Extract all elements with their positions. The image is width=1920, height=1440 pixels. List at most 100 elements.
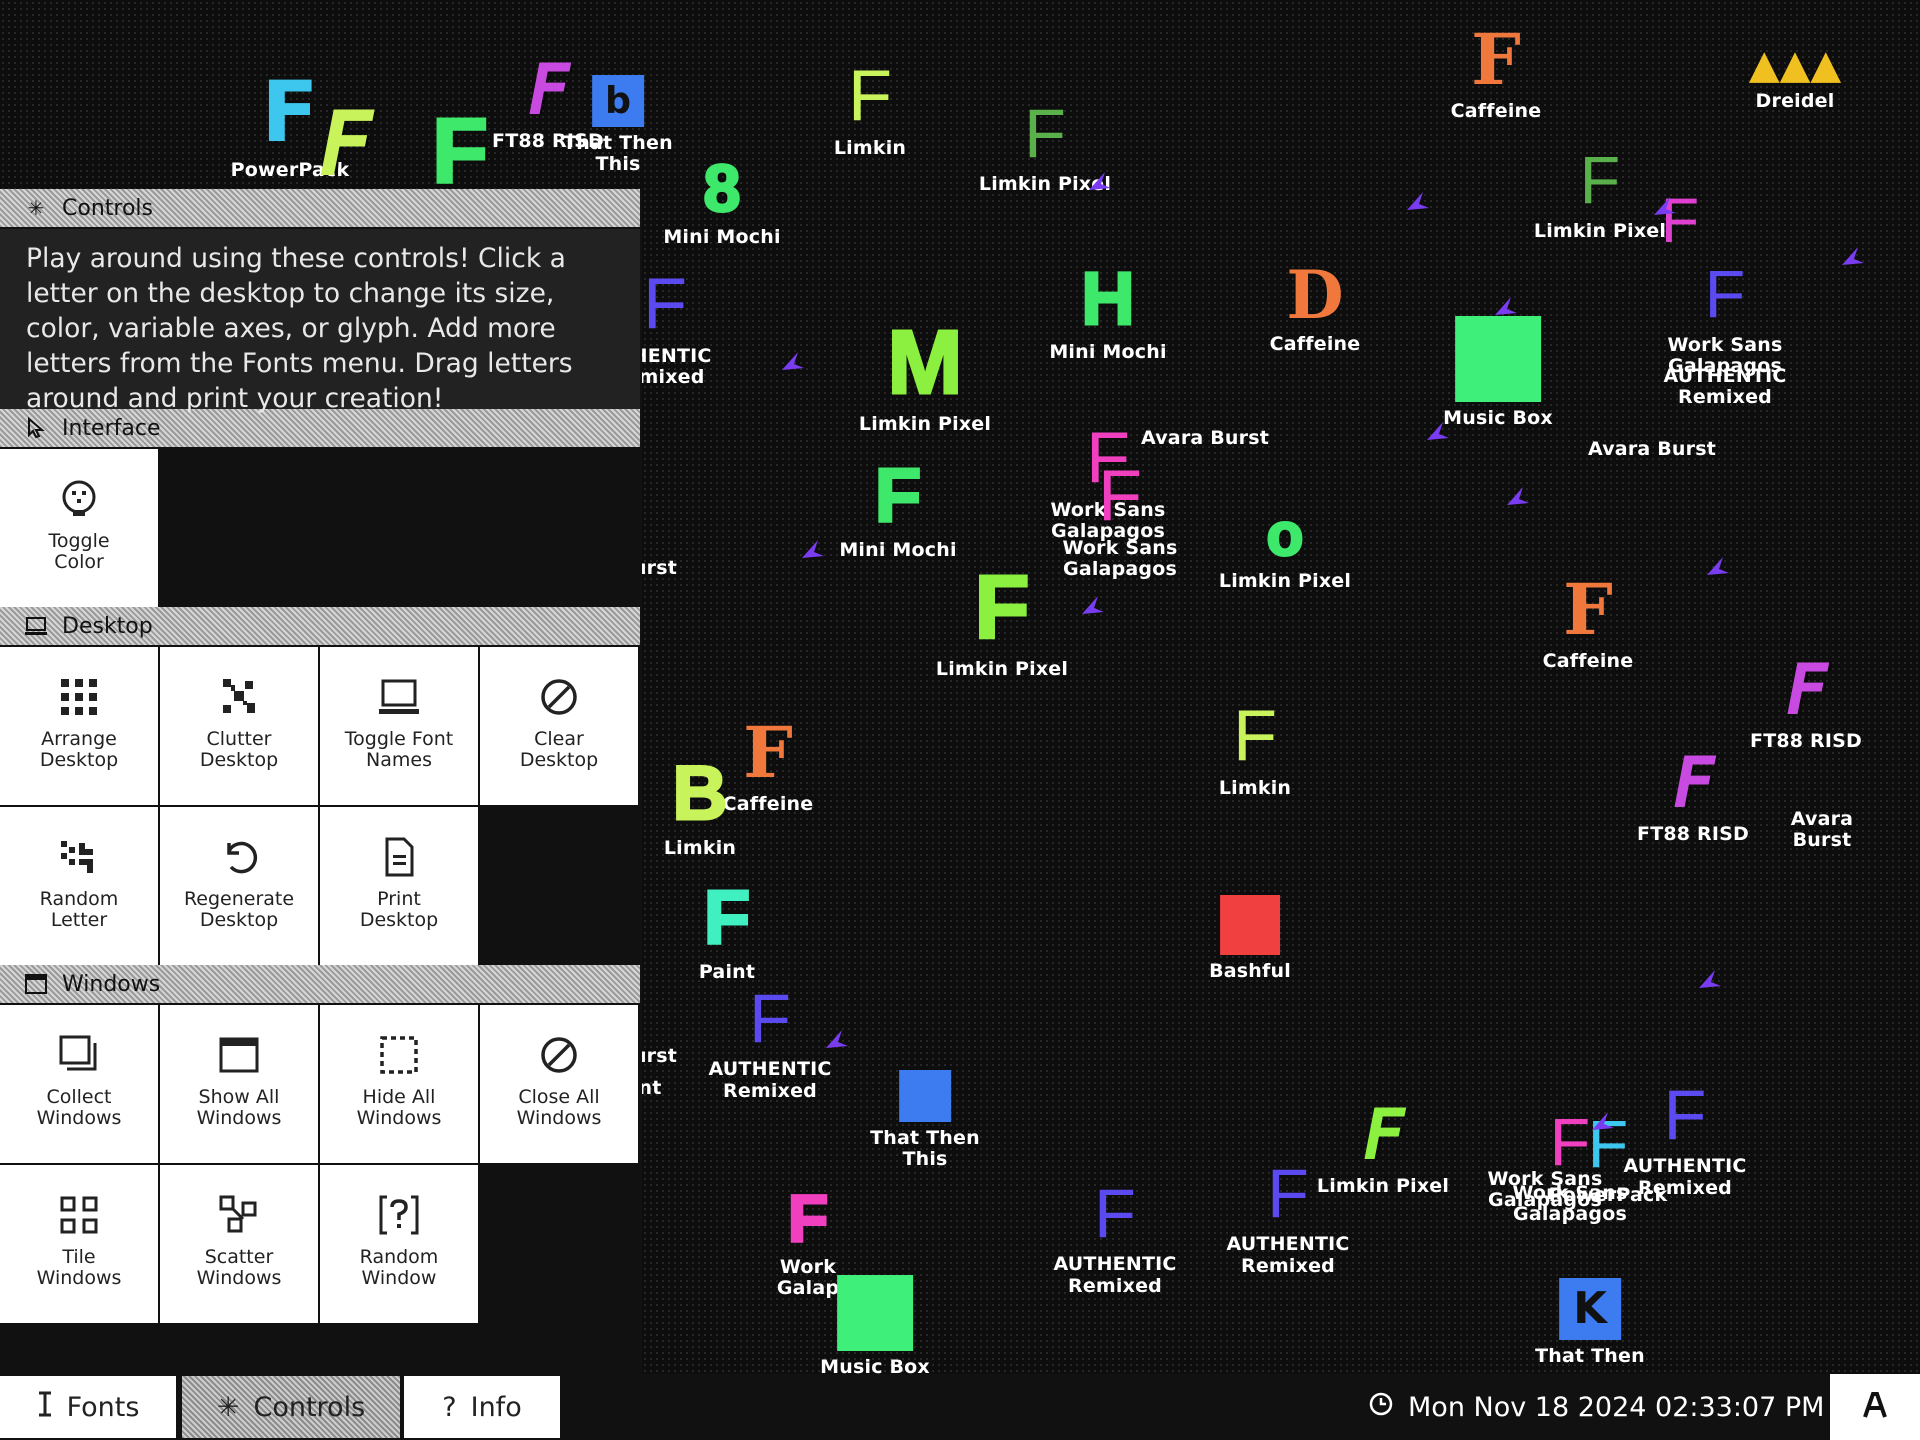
fonts-button[interactable]: Fonts [0, 1376, 176, 1438]
letter-glyph: F [1672, 742, 1715, 824]
desktop-letter[interactable]: F Work Sans Galapagos [1062, 460, 1177, 581]
desktop-letter[interactable]: Music Box [820, 1275, 930, 1374]
desktop-letter[interactable]: That Then This [870, 1070, 980, 1171]
font-name-label: Bashful [1209, 960, 1291, 982]
desktop-letter[interactable]: Avara Burst [1588, 433, 1716, 460]
letter-glyph: ▲▲▲ [1748, 42, 1842, 88]
desktop-letter[interactable]: ▲▲▲ Dreidel [1749, 45, 1841, 112]
desktop-clear-desktop-button[interactable]: Clear Desktop [480, 647, 638, 805]
stack-icon [57, 1033, 101, 1077]
avara-burst-shard [1495, 297, 1517, 315]
desktop-letter[interactable]: F Paint [699, 878, 755, 983]
font-name-label: Music Box [1443, 407, 1553, 429]
avara-burst-shard [826, 1030, 848, 1048]
desktop-letter[interactable]: F AUTHENTIC Remixed [1226, 1160, 1349, 1277]
desktop-print-desktop-button[interactable]: Print Desktop [320, 807, 478, 965]
letter-glyph: F [973, 558, 1031, 658]
letter-glyph: F [1785, 649, 1828, 731]
font-name-label: Limkin [1218, 777, 1292, 800]
desktop-letter[interactable]: o Limkin Pixel [1219, 503, 1351, 592]
info-button[interactable]: ? Info [404, 1376, 560, 1438]
desktop-letter[interactable]: F Caffeine [1543, 575, 1634, 672]
prohibit-icon [537, 1033, 581, 1077]
desktop-letter[interactable]: Work Sans Galapagos [1487, 1163, 1602, 1212]
tile-label: Show All Windows [196, 1086, 282, 1129]
desktop-section-header: Desktop [0, 607, 640, 647]
letter-glyph: 8 [702, 151, 742, 225]
desktop-letter[interactable]: F AUTHENTIC Remixed [1053, 1180, 1176, 1297]
desktop-letter[interactable]: AUTHENTIC Remixed [1663, 360, 1786, 409]
accessibility-button[interactable] [1830, 1374, 1920, 1440]
desktop-letter[interactable]: Bashful [1209, 895, 1291, 982]
font-name-label: Caffeine [1542, 650, 1634, 672]
windows-close-all-windows-button[interactable]: Close All Windows [480, 1005, 638, 1163]
letter-glyph: F [318, 92, 373, 197]
letter-glyph: F [743, 711, 793, 794]
desktop-letter[interactable]: F AUTHENTIC Remixed [708, 985, 831, 1102]
font-name-label: Caffeine [1269, 333, 1361, 355]
font-name-label: AUTHENTIC Remixed [1053, 1253, 1177, 1297]
letter-glyph: F [1232, 696, 1278, 776]
controls-button[interactable]: ✳ Controls [182, 1376, 400, 1438]
desktop-letter[interactable]: K That Then [1535, 1278, 1645, 1367]
desktop-letter[interactable]: H Mini Mochi [1049, 260, 1166, 363]
windows-scatter-windows-button[interactable]: Scatter Windows [160, 1165, 318, 1323]
font-name-label: AUTHENTIC Remixed [1623, 1155, 1747, 1199]
question-box-icon [377, 1193, 421, 1237]
desktop-letter[interactable]: F FT88 RISD [1637, 748, 1749, 845]
desktop-regenerate-desktop-button[interactable]: Regenerate Desktop [160, 807, 318, 965]
desktop-letter[interactable]: F Limkin Pixel [1534, 148, 1666, 242]
desktop-letter[interactable]: F AUTHENTIC Remixed [1623, 1079, 1747, 1199]
desktop-letter[interactable]: M Limkin Pixel [859, 317, 991, 435]
windows-show-all-windows-button[interactable]: Show All Windows [160, 1005, 318, 1163]
windows-hide-all-windows-button[interactable]: Hide All Windows [320, 1005, 478, 1163]
letter-glyph: F [847, 56, 893, 136]
desktop-random-letter-button[interactable]: Random Letter [0, 807, 158, 965]
desktop-letter[interactable]: F Limkin [1219, 700, 1291, 799]
desktop-letter[interactable]: F FT88 RISD [1750, 655, 1862, 752]
letter-glyph: F [1024, 96, 1066, 172]
desktop-clutter-desktop-button[interactable]: Clutter Desktop [160, 647, 318, 805]
desktop-letter[interactable]: F [318, 92, 373, 197]
info-button-label: Info [470, 1391, 522, 1423]
tiles-icon [57, 1193, 101, 1237]
desktop-letter[interactable]: F Limkin [834, 60, 906, 159]
desktop-letter[interactable]: F Limkin Pixel [936, 558, 1068, 680]
tile-label: Toggle Font Names [344, 728, 454, 771]
avara-burst-shard [1842, 247, 1864, 265]
desktop-letter[interactable]: 8 Mini Mochi [663, 151, 780, 248]
desktop-letter[interactable]: B Limkin [664, 751, 736, 859]
tile-label: Random Window [359, 1246, 439, 1289]
tile-label: Arrange Desktop [39, 728, 119, 771]
avara-burst-shard [1507, 487, 1529, 505]
avara-burst-shard [1407, 192, 1429, 210]
letter-glyph: B [671, 751, 729, 836]
monitor-icon [24, 614, 48, 638]
avara-burst-shard [1654, 197, 1676, 215]
desktop-letter[interactable]: b That Then This [563, 75, 673, 176]
desktop-toggle-font-names-button[interactable]: Toggle Font Names [320, 647, 478, 805]
desktop-letter[interactable]: Music Box [1443, 316, 1553, 429]
avara-burst-shard [802, 540, 824, 558]
windows-buttons: Collect Windows Show All Windows Hide All … [0, 1005, 640, 1323]
desktop-letter[interactable]: F Caffeine [1451, 25, 1542, 122]
desktop-letter[interactable]: F Caffeine [723, 718, 814, 815]
controls-title-bar[interactable]: ✳ Controls [0, 189, 640, 229]
windows-collect-windows-button[interactable]: Collect Windows [0, 1005, 158, 1163]
letter-glyph: F [1097, 456, 1143, 536]
letter-glyph [836, 1275, 913, 1351]
empty-tile [160, 449, 318, 607]
letter-glyph: F [749, 981, 791, 1057]
document-icon [377, 835, 421, 879]
controls-window[interactable]: ✳ Controls Play around using these contr… [0, 189, 642, 1374]
desktop-letter[interactable]: F [430, 104, 489, 199]
font-name-label: FT88 RISD [1637, 823, 1749, 845]
desktop-letter[interactable]: D Caffeine [1270, 262, 1361, 355]
desktop-letter[interactable]: Avara Burst [1773, 803, 1871, 852]
windows-random-window-button[interactable]: Random Window [320, 1165, 478, 1323]
interface-toggle-color-button[interactable]: Toggle Color [0, 449, 158, 607]
desktop-arrange-desktop-button[interactable]: Arrange Desktop [0, 647, 158, 805]
font-name-label: AUTHENTIC Remixed [1663, 365, 1787, 409]
desktop-letter[interactable]: F Mini Mochi [839, 456, 956, 561]
windows-tile-windows-button[interactable]: Tile Windows [0, 1165, 158, 1323]
